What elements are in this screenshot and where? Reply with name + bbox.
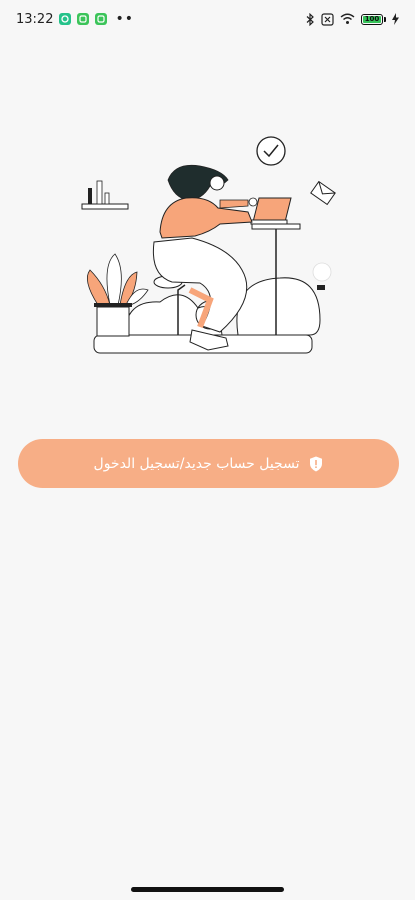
register-login-button[interactable]: تسجيل حساب جديد/تسجيل الدخول xyxy=(18,439,399,488)
shield-icon xyxy=(309,456,323,472)
shelf xyxy=(81,180,129,210)
register-login-button-label: تسجيل حساب جديد/تسجيل الدخول xyxy=(93,455,300,472)
wifi-icon xyxy=(340,13,355,24)
status-left: 13:22 •• xyxy=(16,11,134,27)
notification-app-icon xyxy=(95,13,108,25)
check-icon xyxy=(256,136,286,166)
envelope-icon xyxy=(310,180,336,206)
more-notifications-icon: •• xyxy=(115,11,134,27)
charging-icon xyxy=(392,13,399,25)
small-device xyxy=(312,262,332,290)
battery-icon: 100 xyxy=(361,13,386,25)
notification-app-icon xyxy=(59,13,72,25)
status-right: 100 xyxy=(306,12,399,26)
battery-level: 100 xyxy=(363,14,381,23)
bluetooth-icon xyxy=(306,12,314,26)
notification-app-icon xyxy=(77,13,90,25)
status-bar: 13:22 •• 100 xyxy=(0,0,415,38)
clock: 13:22 xyxy=(16,11,54,27)
woman-exercise-bike-laptop-illustration xyxy=(81,136,336,354)
home-indicator[interactable] xyxy=(131,887,284,892)
sim-off-icon xyxy=(321,12,334,26)
